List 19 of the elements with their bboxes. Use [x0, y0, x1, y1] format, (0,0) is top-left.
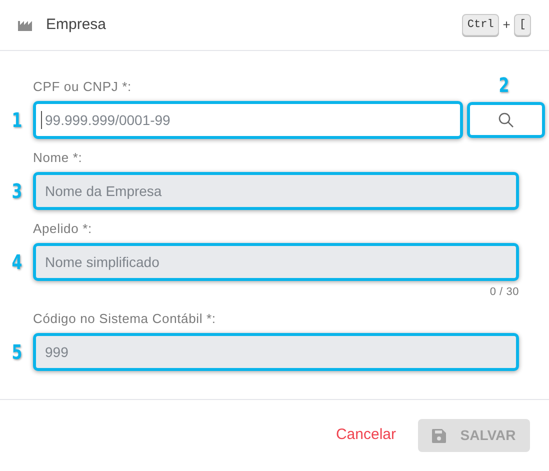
callout-number: 1 [11, 110, 22, 130]
keyboard-key: [ [514, 14, 531, 36]
callout-number: 5 [11, 342, 22, 362]
dialog-title: Empresa [46, 14, 106, 35]
field-label: Apelido *: [33, 220, 92, 238]
plus-sign: + [502, 16, 510, 34]
keyboard-key: Ctrl [462, 14, 499, 36]
callout-number: 2 [498, 75, 510, 95]
search-icon [498, 112, 514, 128]
factory-icon [18, 19, 32, 31]
field-label: CPF ou CNPJ *: [33, 78, 132, 96]
search-button[interactable] [467, 102, 545, 138]
cancel-button[interactable]: Cancelar [336, 424, 396, 447]
field-label: Código no Sistema Contábil *: [33, 310, 216, 328]
character-counter: 0 / 30 [490, 285, 519, 300]
field-label: Nome *: [33, 149, 82, 167]
text-field[interactable]: 99.999.999/0001-99 [33, 101, 463, 139]
callout-number: 3 [11, 181, 22, 201]
callout-number: 4 [11, 252, 22, 272]
